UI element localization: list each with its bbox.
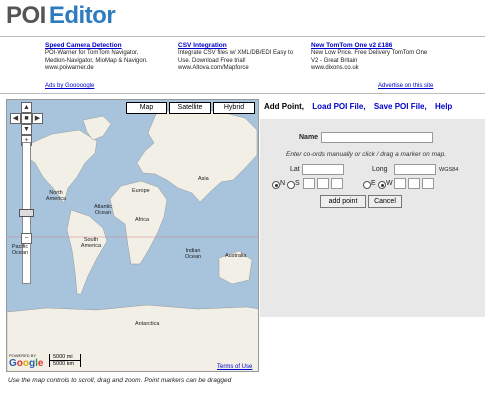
map-land-svg [7, 108, 258, 371]
lat-seconds-input[interactable] [331, 178, 343, 189]
label-europe: Europe [132, 188, 150, 194]
long-degrees-input[interactable] [394, 178, 406, 189]
pan-center-icon[interactable]: ■ [21, 113, 32, 124]
south-radio[interactable] [287, 181, 295, 189]
name-input[interactable] [321, 132, 433, 143]
lat-degrees-input[interactable] [303, 178, 315, 189]
east-label: E [371, 180, 376, 187]
pan-down-icon[interactable]: ▼ [21, 124, 32, 135]
help-link[interactable]: Help [435, 102, 452, 111]
label-asia: Asia [198, 176, 209, 182]
ads-by-link[interactable]: Ads by Gooooogle [45, 83, 94, 89]
label-south-america: South America [80, 237, 102, 249]
ad-3-line1: New Low Price. Free Delivery TomTom One [311, 50, 428, 56]
south-label: S [295, 180, 300, 187]
label-atlantic-ocean: Atlantic Ocean [93, 204, 113, 216]
advertise-link[interactable]: Advertise on this site [378, 83, 433, 89]
pan-up-icon[interactable]: ▲ [21, 102, 32, 113]
long-seconds-input[interactable] [422, 178, 434, 189]
long-minutes-input[interactable] [408, 178, 420, 189]
ads-divider [0, 93, 485, 94]
poi-panel: Add Point, Load POI File, Save POI File,… [260, 99, 485, 400]
long-label: Long [372, 166, 388, 173]
east-radio[interactable] [363, 181, 371, 189]
ad-3-line3: www.dixons.co.uk [311, 65, 359, 71]
label-antarctica: Antarctica [135, 321, 160, 327]
scale-miles: 5000 mi [49, 354, 81, 361]
north-label: N [280, 180, 286, 187]
logo-editor: Editor [48, 2, 116, 29]
add-point-form: Name Enter co-ords manually or click / d… [260, 119, 485, 317]
world-map[interactable]: Map Satellite Hybrid ▲ ◀ ■ ▶ ▼ + − North… [6, 99, 259, 372]
zoom-slider-handle[interactable] [19, 209, 34, 217]
cancel-button[interactable]: Cancel [368, 195, 402, 208]
panel-menu: Add Point, Load POI File, Save POI File,… [264, 102, 458, 111]
label-pacific-ocean: Pacific Ocean [11, 244, 29, 256]
logo-poi: POI [6, 2, 46, 29]
label-africa: Africa [135, 217, 150, 223]
pan-right-icon[interactable]: ▶ [32, 113, 43, 124]
west-label: W [386, 180, 393, 187]
google-logo: Google [9, 358, 44, 369]
north-radio[interactable] [272, 181, 280, 189]
map-type-hybrid-button[interactable]: Hybrid [213, 102, 255, 114]
ad-1: Speed Camera Detection POI-Warner for To… [45, 42, 177, 73]
datum-label: WGS84 [439, 167, 459, 173]
label-australia: Australia [225, 253, 247, 259]
ad-2: CSV Integration Integrate CSV files w/ X… [178, 42, 310, 73]
ad-2-line2: Use. Download Free trial! [178, 57, 246, 64]
label-indian-ocean: Indian Ocean [184, 248, 202, 260]
map-scale: 5000 mi 5000 km [49, 354, 81, 367]
lat-input[interactable] [302, 164, 344, 175]
ad-2-line3: www.Altova.com/Mapforce [178, 65, 249, 71]
ad-1-title[interactable]: Speed Camera Detection [45, 42, 177, 50]
header-divider [0, 36, 485, 37]
map-hint-text: Use the map controls to scroll, drag and… [8, 377, 232, 384]
add-point-button[interactable]: add point [320, 195, 366, 208]
long-input[interactable] [394, 164, 436, 175]
ad-2-title[interactable]: CSV Integration [178, 42, 310, 50]
west-radio[interactable] [378, 181, 386, 189]
lat-label: Lat [290, 166, 300, 173]
ad-3-line2: V2 - Great Britain [311, 57, 358, 64]
load-poi-file-link[interactable]: Load POI File, [312, 102, 365, 111]
logo: POI Editor [6, 2, 116, 30]
terms-of-use-link[interactable]: Terms of Use [217, 364, 252, 370]
name-label: Name [299, 134, 319, 141]
ad-2-line1: Integrate CSV files w/ XML/DB/EDI Easy t… [178, 50, 294, 56]
scale-km: 5000 km [49, 361, 81, 367]
ad-3-title[interactable]: New TomTom One v2 £186 [311, 42, 443, 50]
add-point-link[interactable]: Add Point, [264, 102, 304, 111]
map-type-satellite-button[interactable]: Satellite [169, 102, 211, 114]
ad-1-line1: POI-Warner for TomTom Navigator, [45, 50, 139, 56]
pan-left-icon[interactable]: ◀ [10, 113, 21, 124]
coords-instructions: Enter co-ords manually or click / drag a… [286, 151, 447, 158]
zoom-out-icon[interactable]: − [21, 233, 32, 244]
ad-3: New TomTom One v2 £186 New Low Price. Fr… [311, 42, 443, 73]
ad-1-line3: www.poiwarner.de [45, 65, 94, 71]
map-type-map-button[interactable]: Map [126, 102, 167, 114]
label-north-america: North America [45, 190, 67, 202]
lat-minutes-input[interactable] [317, 178, 329, 189]
ad-1-line2: Medion-Navigator, MioMap & Navigon. [45, 57, 148, 64]
save-poi-file-link[interactable]: Save POI File, [374, 102, 427, 111]
